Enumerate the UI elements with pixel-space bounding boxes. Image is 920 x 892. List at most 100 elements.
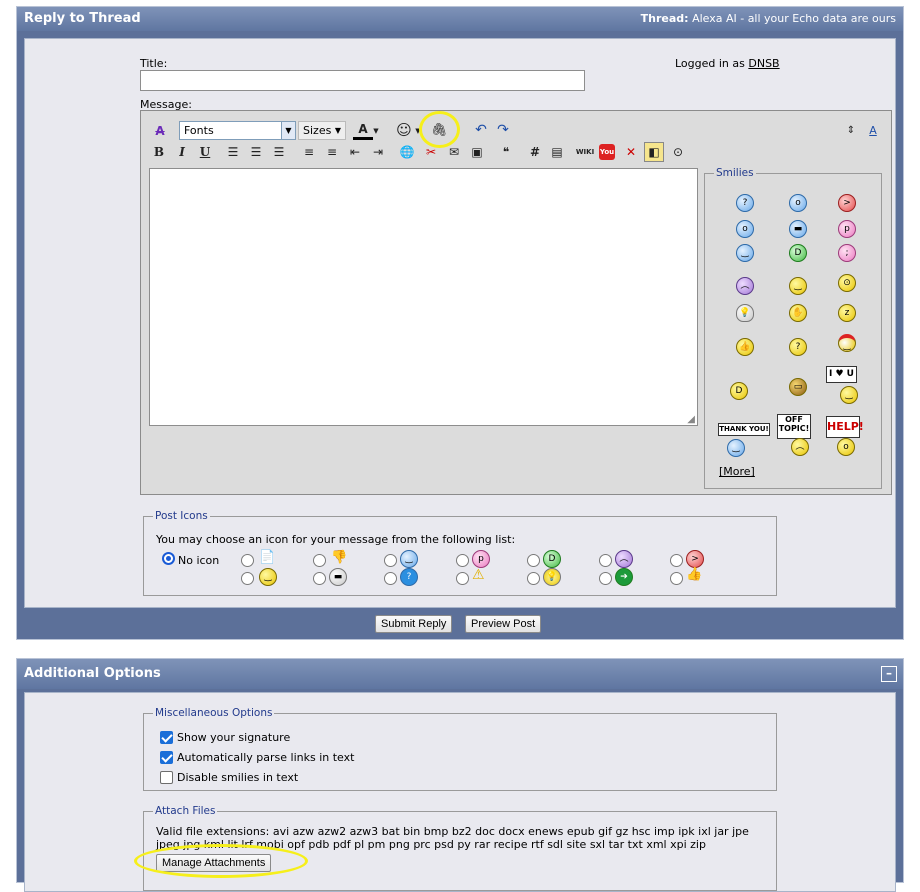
laughing-smiley-icon[interactable]: D [730, 382, 748, 400]
size-select-value: Sizes [303, 124, 332, 137]
message-textarea[interactable]: ◢ [149, 168, 698, 426]
ordered-list-icon[interactable]: ≡ [299, 142, 319, 162]
font-select[interactable]: Fonts ▼ [179, 121, 296, 140]
smilies-icon[interactable]: ☺ [394, 120, 414, 140]
eek-smiley-icon[interactable]: o [736, 220, 754, 238]
highlight-icon[interactable]: ◧ [644, 142, 664, 162]
shocked-smiley-icon[interactable]: o [789, 194, 807, 212]
size-select[interactable]: Sizes ▼ [298, 121, 346, 140]
thank-you-sign-icon[interactable]: THANK YOU! [718, 423, 770, 436]
align-left-icon[interactable]: ☰ [223, 142, 243, 162]
document-icon: 📄 [259, 550, 276, 565]
font-color-dropdown-icon[interactable]: ▼ [371, 121, 381, 141]
insert-image-icon[interactable]: ▣ [467, 142, 487, 162]
post-icon-radio[interactable] [456, 554, 469, 567]
happy-smiley-icon[interactable]: ‿ [789, 277, 807, 295]
username-link[interactable]: DNSB [748, 57, 779, 70]
post-icon-radio[interactable] [384, 554, 397, 567]
cool-smiley-icon[interactable]: ▬ [789, 220, 807, 238]
post-icon-radio[interactable] [456, 572, 469, 585]
smile-smiley-icon[interactable]: ‿ [736, 244, 754, 262]
parse-links-checkbox[interactable] [160, 751, 173, 764]
wave-smiley-icon[interactable]: ✋ [789, 304, 807, 322]
reading-smiley-icon[interactable]: ⊙ [838, 274, 856, 292]
no-icon-label: No icon [178, 554, 220, 567]
grin-smiley-icon[interactable]: D [789, 244, 807, 262]
post-icon-radio[interactable] [384, 572, 397, 585]
post-icon-radio[interactable] [313, 572, 326, 585]
sad-smiley-icon[interactable]: ︵ [736, 277, 754, 295]
extensions-line-1: avi azw azw2 azw3 bat bin bmp bz2 doc do… [272, 825, 749, 838]
bold-button[interactable]: B [149, 142, 169, 162]
confused-smiley-icon[interactable]: ? [736, 194, 754, 212]
post-icon-radio[interactable] [527, 554, 540, 567]
help-sign-icon[interactable]: HELP! [826, 416, 864, 438]
show-signature-checkbox[interactable] [160, 731, 173, 744]
wiki-button[interactable]: WIKI [575, 142, 595, 162]
cool-icon: ▬ [329, 568, 347, 586]
question-icon: ? [400, 568, 418, 586]
spoiler-icon[interactable]: ✕ [621, 142, 641, 162]
disable-smilies-checkbox[interactable] [160, 771, 173, 784]
post-icon-radio[interactable] [313, 554, 326, 567]
indent-icon[interactable]: ⇥ [368, 142, 388, 162]
post-icon-radio[interactable] [599, 554, 612, 567]
i-love-you-sign-icon[interactable]: I ♥ U [826, 366, 857, 383]
chevron-down-icon: ▼ [331, 122, 345, 139]
post-icons-instruction: You may choose an icon for your message … [156, 533, 516, 546]
submit-reply-button[interactable]: Submit Reply [375, 615, 453, 633]
outdent-icon[interactable]: ⇤ [345, 142, 365, 162]
post-icon-radio[interactable] [241, 554, 254, 567]
resize-icon[interactable]: ⇕ [841, 120, 861, 140]
tongue-smiley-icon[interactable]: p [838, 220, 856, 238]
thinking-smiley-icon[interactable]: ? [789, 338, 807, 356]
wink-smiley-icon[interactable]: ; [838, 244, 856, 262]
disable-smilies-label: Disable smilies in text [177, 771, 299, 784]
font-color-icon[interactable]: A [353, 120, 373, 140]
youtube-button[interactable]: You [599, 144, 615, 160]
post-icon-radio[interactable] [241, 572, 254, 585]
italic-button[interactable]: I [172, 142, 192, 162]
switch-mode-icon[interactable]: A [863, 120, 883, 140]
title-input[interactable] [140, 70, 585, 91]
hashtag-button[interactable]: # [525, 142, 545, 162]
sleep-smiley-icon[interactable]: z [838, 304, 856, 322]
post-icon-radio[interactable] [670, 554, 683, 567]
insert-link-icon[interactable]: 🌐 [397, 142, 417, 162]
collapse-button[interactable]: – [881, 666, 897, 682]
more-smilies-link[interactable]: [More] [719, 465, 755, 478]
help-smiley-icon[interactable]: o [837, 438, 855, 456]
off-topic-sign-icon[interactable]: OFF TOPIC! [777, 414, 811, 439]
post-icons-box: Post Icons You may choose an icon for yo… [143, 510, 777, 596]
resize-grip-icon[interactable]: ◢ [687, 414, 695, 425]
grin-icon: D [543, 550, 561, 568]
binoculars-icon[interactable]: ⊙ [668, 142, 688, 162]
preview-post-button[interactable]: Preview Post [465, 615, 542, 633]
angry-smiley-icon[interactable]: > [838, 194, 856, 212]
misc-options-box: Miscellaneous Options Show your signatur… [143, 707, 777, 791]
post-icon-radio[interactable] [527, 572, 540, 585]
remove-format-icon[interactable]: A [150, 121, 170, 141]
post-icon-radio[interactable] [599, 572, 612, 585]
undo-icon[interactable]: ↶ [471, 120, 491, 140]
idea-bulb-icon[interactable]: 💡 [736, 304, 754, 322]
lightbulb-icon: 💡 [543, 568, 561, 586]
quote-icon[interactable]: ❝ [496, 142, 516, 162]
post-icon-radio[interactable] [670, 572, 683, 585]
thank-you-smiley-icon[interactable]: ‿ [727, 439, 745, 457]
tongue-icon: p [472, 550, 490, 568]
thread-label: Thread: [640, 12, 689, 25]
video-icon[interactable]: ▤ [547, 142, 567, 162]
thumbs-up-smiley-icon[interactable]: 👍 [736, 338, 754, 356]
unordered-list-icon[interactable]: ≡ [322, 142, 342, 162]
book-smiley-icon[interactable]: ▭ [789, 378, 807, 396]
align-center-icon[interactable]: ☰ [246, 142, 266, 162]
align-right-icon[interactable]: ☰ [269, 142, 289, 162]
i-love-you-smiley-icon[interactable]: ‿ [840, 386, 858, 404]
no-icon-radio[interactable] [162, 552, 175, 565]
redo-icon[interactable]: ↷ [493, 120, 513, 140]
santa-smiley-icon[interactable]: ‿ [838, 334, 856, 352]
underline-button[interactable]: U [195, 142, 215, 162]
valid-extensions-label: Valid file extensions: [156, 825, 270, 838]
off-topic-smiley-icon[interactable]: ︵ [791, 438, 809, 456]
